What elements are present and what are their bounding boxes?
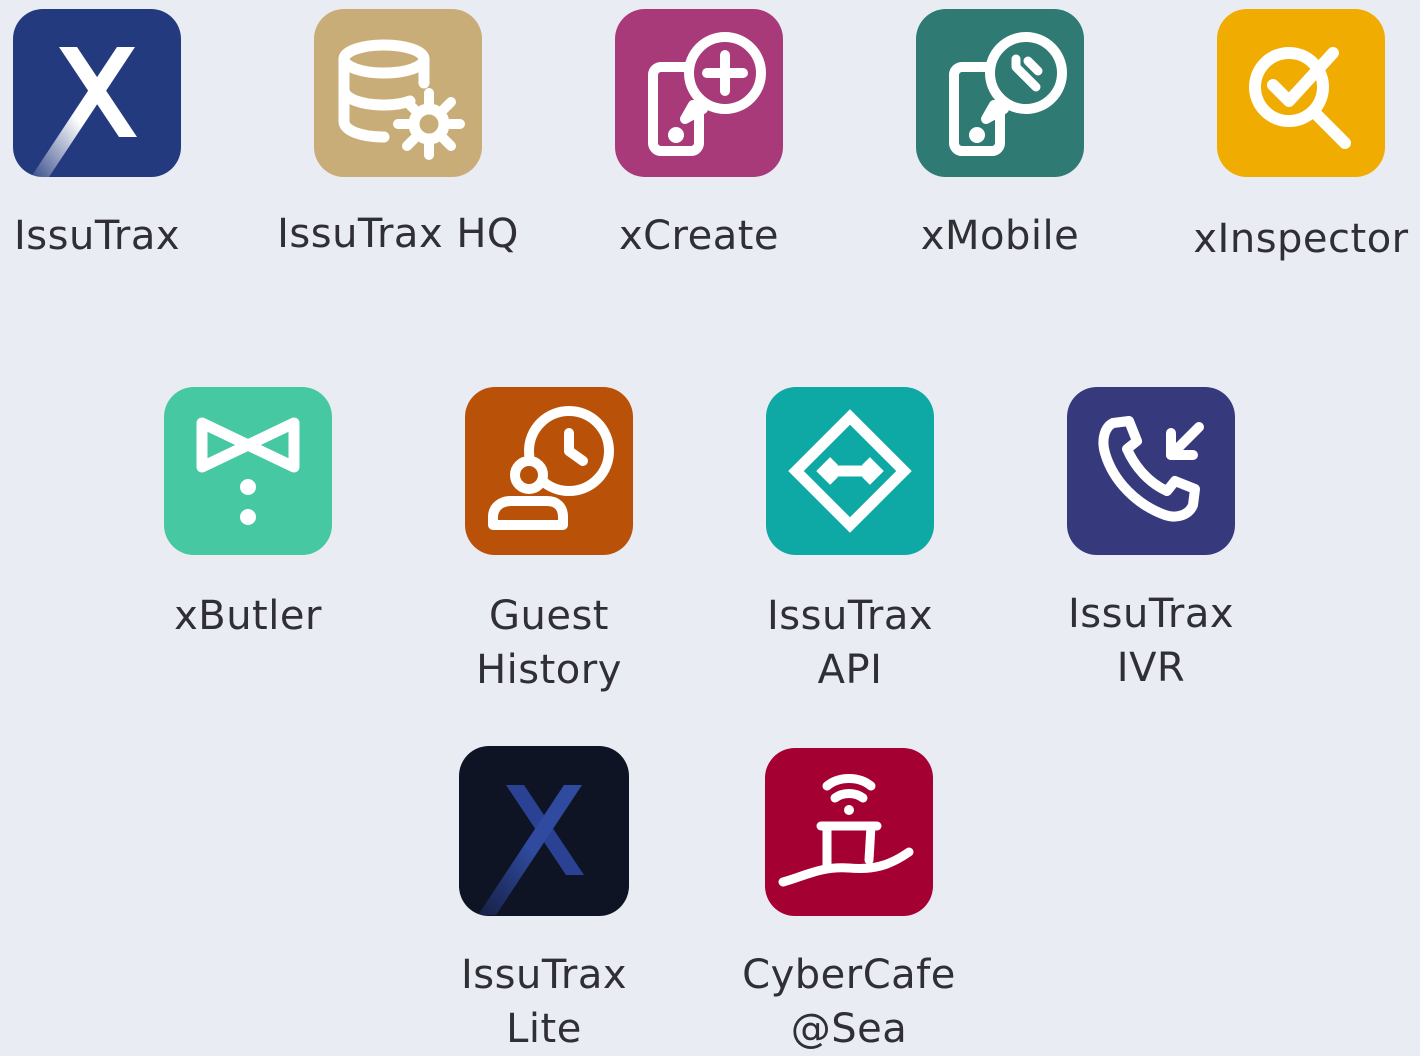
x-logo-icon[interactable]: [13, 9, 181, 177]
app-label: IssuTrax Lite: [460, 952, 628, 1052]
app-issutrax-api[interactable]: IssuTrax API: [766, 387, 934, 693]
search-check-icon[interactable]: [1217, 9, 1385, 177]
app-issutrax[interactable]: IssuTrax: [13, 9, 181, 259]
app-label: IssuTrax IVR: [1067, 591, 1235, 691]
app-launcher: { "apps": [ {"id":"issutrax","lines":["I…: [0, 0, 1420, 1052]
app-issutrax-ivr[interactable]: IssuTrax IVR: [1067, 387, 1235, 691]
diamond-arrows-icon[interactable]: [766, 387, 934, 555]
app-issutrax-hq[interactable]: IssuTrax HQ: [277, 9, 518, 257]
app-label: IssuTrax: [13, 213, 181, 259]
phone-add-icon[interactable]: [615, 9, 783, 177]
app-label: Guest History: [476, 593, 622, 693]
app-label: IssuTrax API: [766, 593, 934, 693]
phone-incoming-icon[interactable]: [1067, 387, 1235, 555]
app-xbutler[interactable]: xButler: [164, 387, 332, 639]
person-clock-icon[interactable]: [465, 387, 633, 555]
app-label: IssuTrax HQ: [277, 211, 519, 257]
ship-wifi-icon[interactable]: [765, 748, 933, 916]
app-label: xCreate: [618, 213, 780, 259]
x-logo-dark-icon[interactable]: [459, 746, 629, 916]
app-cybercafe[interactable]: CyberCafe @Sea: [742, 748, 955, 1052]
phone-wrench-icon[interactable]: [916, 9, 1084, 177]
app-xcreate[interactable]: xCreate: [615, 9, 783, 259]
app-issutrax-lite[interactable]: IssuTrax Lite: [459, 746, 629, 1052]
app-label: xButler: [174, 593, 322, 639]
app-label: CyberCafe @Sea: [742, 952, 956, 1052]
app-label: xMobile: [920, 213, 1080, 259]
database-gear-icon[interactable]: [314, 9, 482, 177]
app-guest-history[interactable]: Guest History: [465, 387, 633, 693]
app-label: xInspector: [1193, 216, 1409, 262]
app-xinspector[interactable]: xInspector: [1193, 9, 1408, 262]
app-xmobile[interactable]: xMobile: [916, 9, 1084, 259]
bowtie-icon[interactable]: [164, 387, 332, 555]
